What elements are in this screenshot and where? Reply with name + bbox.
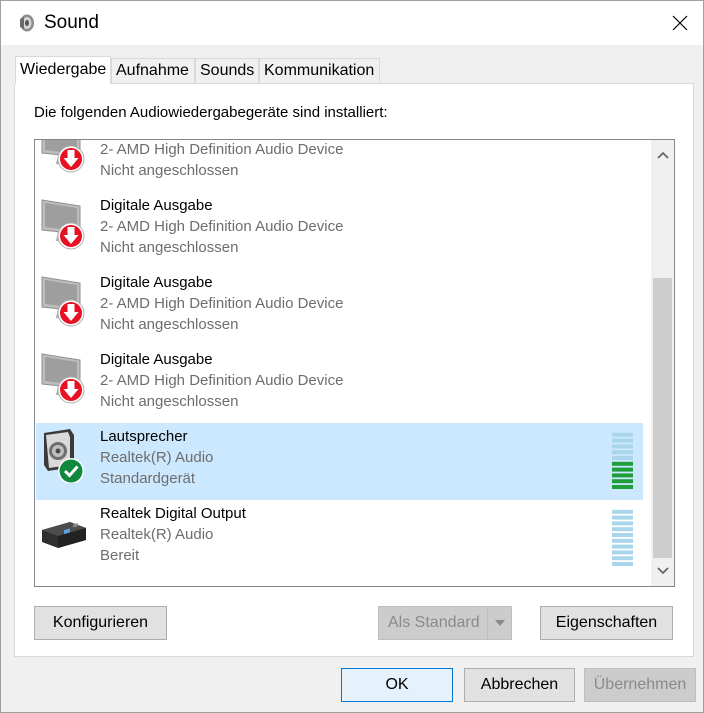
device-item[interactable]: Digitale Ausgabe 2- AMD High Definition A… — [36, 269, 643, 346]
close-icon — [672, 15, 688, 31]
device-list-items: Digitale Ausgabe 2- AMD High Definition A… — [35, 140, 644, 577]
device-status: Nicht angeschlossen — [100, 393, 239, 410]
device-name: Realtek Digital Output — [100, 505, 246, 522]
device-status: Nicht angeschlossen — [100, 239, 239, 256]
volume-meter — [612, 431, 633, 489]
device-name: Digitale Ausgabe — [100, 274, 213, 291]
set-default-dropdown[interactable] — [487, 607, 511, 639]
device-name: Lautsprecher — [100, 428, 188, 445]
set-default-label: Als Standard — [388, 614, 480, 631]
speaker-default-icon — [40, 423, 90, 484]
chevron-down-icon — [656, 567, 669, 575]
info-text: Die folgenden Audiowiedergabegeräte sind… — [34, 104, 388, 121]
properties-button[interactable]: Eigenschaften — [540, 606, 673, 640]
monitor-disconnected-icon — [40, 192, 90, 252]
device-item[interactable]: Lautsprecher Realtek(R) Audio Standardgerä… — [36, 423, 643, 500]
chevron-up-icon — [656, 151, 669, 159]
device-description: 2- AMD High Definition Audio Device — [100, 372, 344, 389]
scroll-down-button[interactable] — [651, 556, 674, 586]
sound-dialog: Sound Wiedergabe Aufnahme Sounds Kommuni… — [0, 0, 704, 713]
monitor-disconnected-icon — [40, 346, 90, 406]
vertical-scrollbar[interactable] — [651, 140, 674, 586]
device-description: Realtek(R) Audio — [100, 449, 214, 466]
device-status: Standardgerät — [100, 470, 196, 487]
tab-wiedergabe[interactable]: Wiedergabe — [15, 56, 111, 84]
volume-meter — [612, 508, 633, 566]
apply-button[interactable]: Übernehmen — [584, 668, 696, 702]
device-description: 2- AMD High Definition Audio Device — [100, 295, 344, 312]
device-status: Bereit — [100, 547, 140, 564]
monitor-disconnected-icon — [40, 269, 90, 329]
device-description: Realtek(R) Audio — [100, 526, 214, 543]
device-status: Nicht angeschlossen — [100, 162, 239, 179]
close-button[interactable] — [657, 1, 703, 45]
window-title: Sound — [44, 12, 99, 33]
tab-sounds[interactable]: Sounds — [195, 58, 259, 83]
scroll-thumb[interactable] — [653, 278, 672, 558]
device-item[interactable]: Digitale Ausgabe 2- AMD High Definition A… — [36, 346, 643, 423]
speaker-app-icon — [20, 14, 34, 32]
device-item[interactable]: Realtek Digital Output Realtek(R) Audio Be… — [36, 500, 643, 577]
tab-kommunikation[interactable]: Kommunikation — [259, 58, 380, 83]
title-bar: Sound — [1, 1, 703, 45]
playback-panel: Die folgenden Audiowiedergabegeräte sind… — [14, 83, 694, 657]
scroll-up-button[interactable] — [651, 140, 674, 170]
device-name: Digitale Ausgabe — [100, 351, 213, 368]
device-description: 2- AMD High Definition Audio Device — [100, 218, 344, 235]
cancel-button[interactable]: Abbrechen — [464, 668, 575, 702]
device-name: Digitale Ausgabe — [100, 197, 213, 214]
configure-button[interactable]: Konfigurieren — [34, 606, 167, 640]
device-description: 2- AMD High Definition Audio Device — [100, 141, 344, 158]
device-item[interactable]: Digitale Ausgabe 2- AMD High Definition A… — [36, 192, 643, 269]
ok-button[interactable]: OK — [341, 668, 453, 702]
device-item[interactable]: Digitale Ausgabe2- AMD High Definition A… — [36, 140, 643, 192]
digital-output-icon — [40, 500, 90, 560]
tab-aufnahme[interactable]: Aufnahme — [111, 58, 195, 83]
device-list[interactable]: Digitale Ausgabe 2- AMD High Definition A… — [34, 139, 675, 587]
dropdown-arrow-icon — [494, 620, 505, 626]
monitor-disconnected-icon — [40, 140, 90, 175]
device-status: Nicht angeschlossen — [100, 316, 239, 333]
set-default-button[interactable]: Als Standard — [378, 606, 512, 640]
